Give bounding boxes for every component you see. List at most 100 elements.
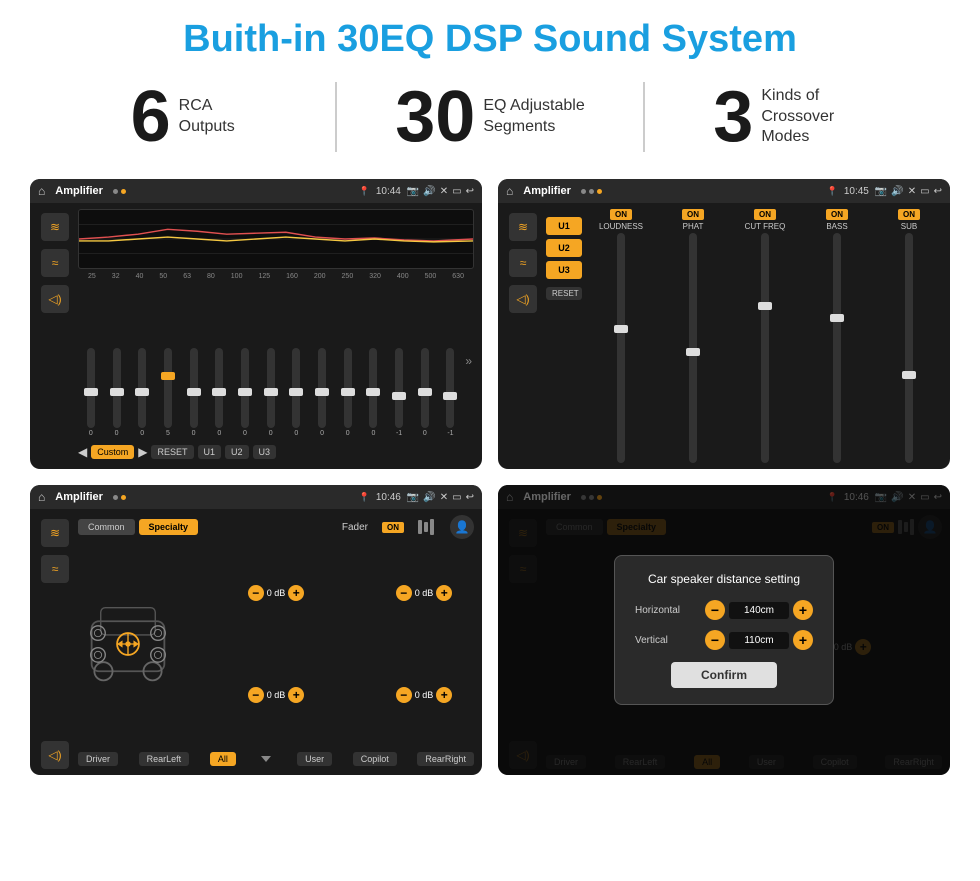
dots-2 <box>581 189 602 194</box>
eq-prev-btn[interactable]: ◀ <box>78 445 87 459</box>
cross-speaker-btn[interactable]: ◁) <box>509 285 537 313</box>
eq-u2-btn[interactable]: U2 <box>225 445 249 459</box>
home-icon-2[interactable]: ⌂ <box>506 184 513 198</box>
slider-loudness[interactable] <box>617 233 625 463</box>
back-icon[interactable]: ↩ <box>466 186 474 197</box>
preset-u1[interactable]: U1 <box>546 217 582 235</box>
modal-title: Car speaker distance setting <box>635 572 813 586</box>
volume-icon: 🔊 <box>423 186 435 197</box>
on-badge-phat[interactable]: ON <box>682 209 704 220</box>
slider-160[interactable]: 0 <box>286 348 308 437</box>
fader-speaker-btn[interactable]: ◁) <box>41 741 69 769</box>
fader-on-badge[interactable]: ON <box>382 522 404 533</box>
slider-80[interactable]: 0 <box>208 348 230 437</box>
modal-confirm-button[interactable]: Confirm <box>671 662 777 688</box>
eq-speaker-btn[interactable]: ◁) <box>41 285 69 313</box>
slider-50[interactable]: 5 <box>157 348 179 437</box>
db-fl-minus[interactable]: − <box>248 585 264 601</box>
crossover-screen-content: ≋ ≈ ◁) U1 U2 U3 RESET ON LOUDNESS ON PHA… <box>498 203 950 469</box>
slider-cutfreq[interactable] <box>761 233 769 463</box>
channel-phat: ON PHAT <box>660 209 726 463</box>
zone-user[interactable]: User <box>297 752 332 766</box>
preset-u3[interactable]: U3 <box>546 261 582 279</box>
close-icon[interactable]: ✕ <box>440 186 448 197</box>
cross-sidebar: ≋ ≈ ◁) <box>506 209 540 463</box>
slider-100[interactable]: 0 <box>234 348 256 437</box>
on-badge-bass[interactable]: ON <box>826 209 848 220</box>
eq-reset-btn[interactable]: RESET <box>151 445 193 459</box>
screen-fader: ⌂ Amplifier 📍 10:46 📷 🔊 ✕ ▭ ↩ ≋ ≈ ◁) <box>30 485 482 775</box>
slider-sub[interactable] <box>905 233 913 463</box>
zone-rearright[interactable]: RearRight <box>417 752 474 766</box>
home-icon-3[interactable]: ⌂ <box>38 490 45 504</box>
eq-main: 25 32 40 50 63 80 100 125 160 200 250 32… <box>78 209 474 463</box>
preset-buttons: U1 U2 U3 RESET <box>546 209 582 463</box>
slider-320[interactable]: 0 <box>363 348 385 437</box>
slider-250[interactable]: 0 <box>337 348 359 437</box>
slider-phat[interactable] <box>689 233 697 463</box>
modal-vertical-plus[interactable]: + <box>793 630 813 650</box>
slider-200[interactable]: 0 <box>311 348 333 437</box>
zone-driver[interactable]: Driver <box>78 752 118 766</box>
screen-distance: ⌂ Amplifier 📍 10:46 📷 🔊 ✕ ▭ ↩ ≋ ≈ ◁) <box>498 485 950 775</box>
slider-63[interactable]: 0 <box>183 348 205 437</box>
eq-freq-labels: 25 32 40 50 63 80 100 125 160 200 250 32… <box>78 273 474 280</box>
modal-vertical-minus[interactable]: − <box>705 630 725 650</box>
slider-bass[interactable] <box>833 233 841 463</box>
settings-btn[interactable]: 👤 <box>450 515 474 539</box>
preset-u2[interactable]: U2 <box>546 239 582 257</box>
fader-wave-btn[interactable]: ≈ <box>41 555 69 583</box>
stat-eq: 30 EQ AdjustableSegments <box>367 81 612 153</box>
on-badge-loudness[interactable]: ON <box>610 209 632 220</box>
close-icon-3[interactable]: ✕ <box>440 492 448 503</box>
db-fr: − 0 dB + <box>374 585 474 601</box>
slider-32[interactable]: 0 <box>106 348 128 437</box>
zone-rearleft[interactable]: RearLeft <box>139 752 190 766</box>
cross-wave-btn[interactable]: ≈ <box>509 249 537 277</box>
screen2-title: Amplifier <box>523 185 571 197</box>
slider-400[interactable]: -1 <box>388 348 410 437</box>
zone-copilot[interactable]: Copilot <box>353 752 397 766</box>
slider-25[interactable]: 0 <box>80 348 102 437</box>
db-rl-minus[interactable]: − <box>248 687 264 703</box>
eq-arrows[interactable]: » <box>465 354 472 368</box>
cross-reset-btn[interactable]: RESET <box>546 287 582 300</box>
tab-common[interactable]: Common <box>78 519 135 535</box>
tab-specialty[interactable]: Specialty <box>139 519 199 535</box>
db-rr-minus[interactable]: − <box>396 687 412 703</box>
modal-horizontal-value: 140cm <box>729 602 789 619</box>
eq-wave-btn[interactable]: ≈ <box>41 249 69 277</box>
stat-number-rca: 6 <box>131 81 171 153</box>
eq-custom-btn[interactable]: Custom <box>91 445 134 459</box>
on-badge-sub[interactable]: ON <box>898 209 920 220</box>
slider-125[interactable]: 0 <box>260 348 282 437</box>
db-fl-plus[interactable]: + <box>288 585 304 601</box>
slider-500[interactable]: 0 <box>414 348 436 437</box>
zone-all[interactable]: All <box>210 752 236 766</box>
screen3-title: Amplifier <box>55 491 103 503</box>
home-icon[interactable]: ⌂ <box>38 184 45 198</box>
cross-tune-btn[interactable]: ≋ <box>509 213 537 241</box>
db-fr-minus[interactable]: − <box>396 585 412 601</box>
db-rl-plus[interactable]: + <box>288 687 304 703</box>
db-fr-plus[interactable]: + <box>436 585 452 601</box>
db-rr-plus[interactable]: + <box>436 687 452 703</box>
back-icon-2[interactable]: ↩ <box>934 186 942 197</box>
slider-40[interactable]: 0 <box>131 348 153 437</box>
modal-horizontal-plus[interactable]: + <box>793 600 813 620</box>
eq-u3-btn[interactable]: U3 <box>253 445 277 459</box>
eq-tune-btn[interactable]: ≋ <box>41 213 69 241</box>
fader-body: − 0 dB + <box>78 545 474 743</box>
on-badge-cutfreq[interactable]: ON <box>754 209 776 220</box>
fader-tune-btn[interactable]: ≋ <box>41 519 69 547</box>
channel-sub: ON SUB <box>876 209 942 463</box>
back-icon-3[interactable]: ↩ <box>466 492 474 503</box>
eq-next-btn[interactable]: ▶ <box>138 445 147 459</box>
eq-u1-btn[interactable]: U1 <box>198 445 222 459</box>
db-rl-value: 0 dB <box>267 690 286 700</box>
fader-label: Fader <box>342 522 368 533</box>
slider-630[interactable]: -1 <box>440 348 462 437</box>
modal-horizontal-minus[interactable]: − <box>705 600 725 620</box>
fader-tabs: Common Specialty Fader ON 👤 <box>78 515 474 539</box>
close-icon-2[interactable]: ✕ <box>908 186 916 197</box>
